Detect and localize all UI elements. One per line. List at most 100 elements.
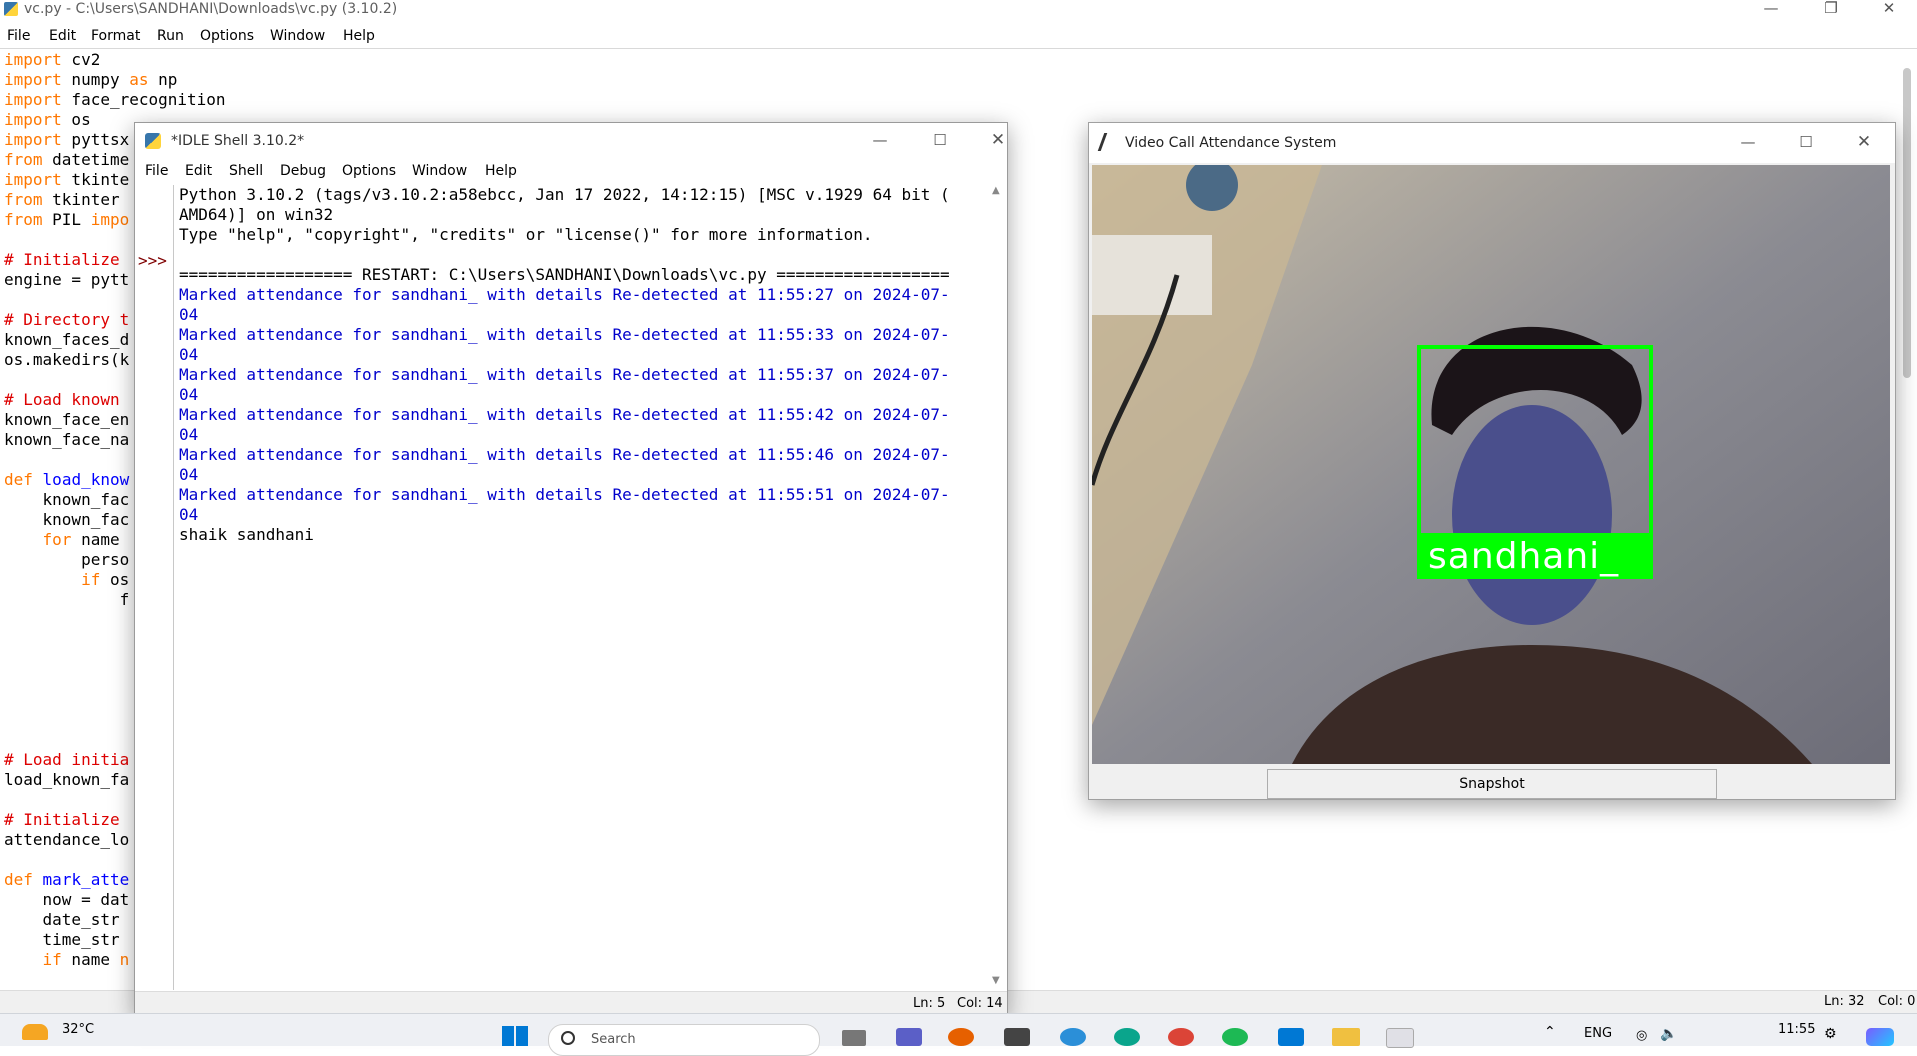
shell-line: 04 — [179, 385, 199, 404]
code-token: name — [61, 950, 120, 969]
code-token: time_str — [4, 930, 120, 949]
idle-shell-window: *IDLE Shell 3.10.2* — ☐ ✕ File Edit Shel… — [134, 122, 1008, 1016]
code-token: def — [4, 870, 33, 889]
video-close-button[interactable]: ✕ — [1841, 134, 1887, 152]
python-file-icon — [4, 2, 18, 16]
code-token: import — [4, 170, 62, 189]
shell-menu-edit[interactable]: Edit — [185, 161, 212, 181]
shell-menu-help[interactable]: Help — [485, 161, 517, 181]
shell-line: shaik sandhani — [179, 525, 314, 544]
scroll-down-icon[interactable]: ▼ — [992, 975, 1000, 986]
code-token: if — [81, 570, 101, 589]
copilot-icon[interactable] — [1866, 1028, 1894, 1046]
shell-line: 04 — [179, 305, 199, 324]
code-token: load_know — [42, 470, 130, 489]
taskview-icon[interactable] — [842, 1030, 866, 1046]
code-token: known_fac — [4, 510, 130, 529]
feather-icon — [1097, 133, 1118, 151]
start-icon[interactable] — [502, 1026, 528, 1046]
restore-button[interactable]: ❐ — [1808, 0, 1854, 18]
file-explorer-icon[interactable] — [1332, 1028, 1360, 1046]
menu-help[interactable]: Help — [343, 26, 375, 46]
shell-line: AMD64)] on win32 — [179, 205, 334, 224]
shell-close-button[interactable]: ✕ — [975, 132, 1021, 150]
code-token: np — [148, 70, 178, 89]
shell-line: Python 3.10.2 (tags/v3.10.2:a58ebcc, Jan… — [179, 185, 950, 204]
code-token: if — [42, 950, 62, 969]
chevron-up-icon[interactable]: ⌃ — [1544, 1024, 1556, 1040]
code-token: from — [4, 190, 43, 209]
menu-file[interactable]: File — [7, 26, 30, 46]
scroll-up-icon[interactable]: ▲ — [992, 185, 1000, 196]
code-token: # Initialize — [4, 250, 120, 269]
webcam-feed: sandhani_ — [1092, 165, 1890, 764]
shell-menu-options[interactable]: Options — [342, 161, 396, 181]
menu-edit[interactable]: Edit — [49, 26, 76, 46]
code-token: attendance_lo — [4, 830, 130, 849]
minimize-button[interactable]: — — [1748, 0, 1794, 18]
shell-line: 04 — [179, 465, 199, 484]
code-token: # Initialize — [4, 810, 120, 829]
webcam-scene — [1092, 165, 1890, 764]
code-token: datetime — [42, 150, 130, 169]
code-token: now = dat — [4, 890, 130, 909]
chrome-icon[interactable] — [1168, 1028, 1194, 1046]
shell-menu-file[interactable]: File — [145, 161, 168, 181]
settings-icon[interactable]: ⚙ — [1824, 1026, 1837, 1042]
shell-titlebar: *IDLE Shell 3.10.2* — ☐ ✕ — [135, 123, 1007, 159]
code-token: os — [100, 570, 130, 589]
shell-line: Marked attendance for sandhani_ with det… — [179, 485, 950, 504]
volume-icon[interactable]: 🔈 — [1660, 1026, 1677, 1042]
shell-line: ================== RESTART: C:\Users\SAN… — [179, 265, 950, 284]
language-indicator[interactable]: ENG — [1584, 1026, 1612, 1041]
store-icon[interactable] — [1004, 1028, 1030, 1046]
menu-run[interactable]: Run — [157, 26, 184, 46]
teams-icon[interactable] — [896, 1028, 922, 1046]
shell-maximize-button[interactable]: ☐ — [917, 132, 963, 150]
code-token: os — [61, 110, 91, 129]
menu-window[interactable]: Window — [270, 26, 325, 46]
editor-scroll-thumb[interactable] — [1903, 68, 1911, 378]
code-token: load_known_fa — [4, 770, 130, 789]
code-token: date_str — [4, 910, 120, 929]
weather-icon[interactable] — [22, 1024, 48, 1040]
code-line: import numpy as np — [4, 70, 226, 90]
menu-options[interactable]: Options — [200, 26, 254, 46]
browser-icon[interactable] — [948, 1028, 974, 1046]
shell-menu-shell[interactable]: Shell — [229, 161, 263, 181]
editor-col-indicator: Col: 0 — [1878, 994, 1916, 1009]
close-button[interactable]: ✕ — [1866, 0, 1912, 18]
code-token: engine = pytt — [4, 270, 130, 289]
search-box[interactable]: Search — [548, 1024, 820, 1056]
photos-icon[interactable] — [1060, 1028, 1086, 1046]
clock[interactable]: 11:55 — [1778, 1022, 1815, 1037]
shell-scrollbar[interactable]: ▲ ▼ — [988, 185, 1006, 990]
face — [1452, 405, 1612, 625]
menu-format[interactable]: Format — [91, 26, 140, 46]
video-attendance-window: Video Call Attendance System — ☐ ✕ sandh… — [1088, 122, 1896, 800]
network-icon[interactable]: ◎ — [1636, 1028, 1647, 1043]
spotify-icon[interactable] — [1222, 1028, 1248, 1046]
editor-menubar: File Edit Format Run Options Window Help — [0, 26, 1917, 49]
shell-menu-debug[interactable]: Debug — [280, 161, 326, 181]
snapshot-button[interactable]: Snapshot — [1267, 769, 1717, 799]
video-maximize-button[interactable]: ☐ — [1783, 134, 1829, 152]
shell-menu-window[interactable]: Window — [412, 161, 467, 181]
video-minimize-button[interactable]: — — [1725, 134, 1771, 152]
search-icon — [561, 1031, 575, 1045]
code-token: PIL — [42, 210, 91, 229]
shell-output[interactable]: Python 3.10.2 (tags/v3.10.2:a58ebcc, Jan… — [179, 185, 979, 545]
vscode-icon[interactable] — [1278, 1028, 1304, 1046]
shell-line: Type "help", "copyright", "credits" or "… — [179, 225, 873, 244]
weather-temp[interactable]: 32°C — [62, 1022, 94, 1037]
code-token: tkinte — [61, 170, 130, 189]
code-token: known_face_en — [4, 410, 130, 429]
edge-icon[interactable] — [1114, 1028, 1140, 1046]
shell-minimize-button[interactable]: — — [857, 132, 903, 150]
code-line: import face_recognition — [4, 90, 226, 110]
shell-title: *IDLE Shell 3.10.2* — [171, 133, 305, 149]
idle-taskbar-icon[interactable] — [1386, 1028, 1414, 1048]
